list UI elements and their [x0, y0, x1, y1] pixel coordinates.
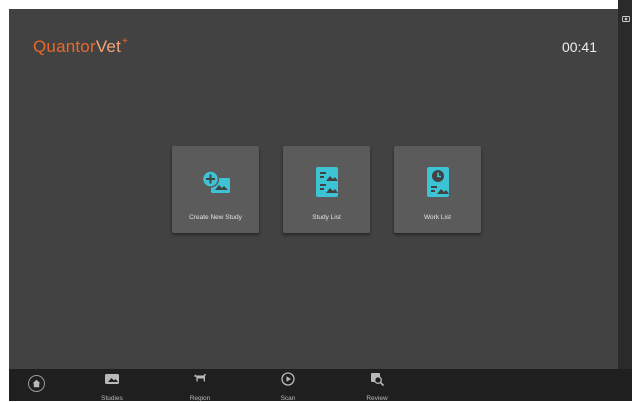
create-new-study-button[interactable]: Create New Study: [172, 146, 259, 233]
region-icon: [192, 371, 208, 387]
logo-text-vet: Vet: [95, 37, 122, 56]
nav-item-region[interactable]: Region: [177, 371, 223, 402]
screen-capture-icon[interactable]: [622, 15, 630, 23]
right-edge-strip: [618, 0, 632, 376]
work-list-icon: [423, 166, 453, 198]
create-new-study-label: Create New Study: [189, 214, 242, 221]
bottom-nav-bar: Studies Region Scan Review: [9, 369, 632, 402]
studies-icon: [104, 371, 120, 387]
study-list-button[interactable]: Study List: [283, 146, 370, 233]
logo-plus-mark: +: [122, 36, 129, 47]
work-list-label: Work List: [424, 214, 451, 221]
home-icon: [32, 379, 41, 388]
review-icon: [369, 371, 385, 387]
scan-icon: [280, 371, 296, 387]
main-screen: QuantorVet+ 00:41 Create New Study Study…: [9, 9, 618, 369]
app-logo: QuantorVet+: [33, 36, 129, 57]
home-button[interactable]: [28, 375, 45, 392]
study-list-label: Study List: [312, 214, 341, 221]
nav-item-studies[interactable]: Studies: [89, 371, 135, 402]
work-list-button[interactable]: Work List: [394, 146, 481, 233]
create-study-icon: [201, 166, 231, 198]
study-list-icon: [312, 166, 342, 198]
nav-item-scan[interactable]: Scan: [265, 371, 311, 402]
nav-item-review[interactable]: Review: [354, 371, 400, 402]
clock-display: 00:41: [561, 39, 597, 55]
logo-text-quantor: Quantor: [33, 37, 96, 56]
